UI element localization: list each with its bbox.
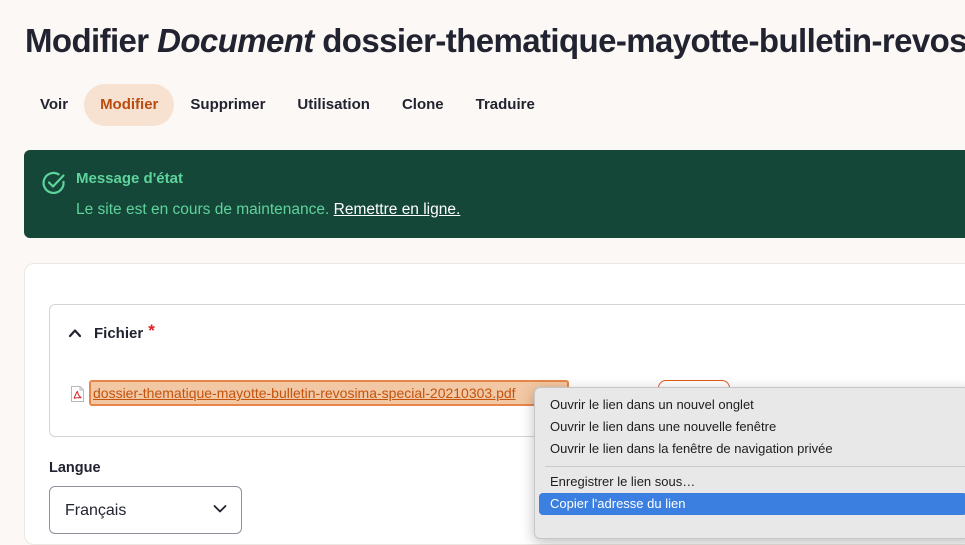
maintenance-text: Le site est en cours de maintenance. bbox=[76, 201, 334, 218]
pdf-file-icon bbox=[71, 386, 84, 402]
check-circle-icon bbox=[42, 171, 65, 194]
file-field-label: Fichier bbox=[94, 324, 144, 342]
menu-item-open-private-window[interactable]: Ouvrir le lien dans la fenêtre de naviga… bbox=[539, 438, 965, 460]
chevron-up-icon bbox=[68, 329, 82, 338]
required-marker: * bbox=[148, 321, 155, 340]
file-link[interactable]: dossier-thematique-mayotte-bulletin-revo… bbox=[89, 380, 569, 406]
title-node-name: dossier-thematique-mayotte-bulletin-revo… bbox=[313, 22, 965, 59]
chevron-down-icon bbox=[213, 505, 227, 513]
file-fieldset-toggle[interactable]: Fichier * bbox=[68, 321, 155, 343]
language-select[interactable]: Français bbox=[49, 486, 242, 534]
tab-voir[interactable]: Voir bbox=[24, 84, 84, 126]
language-label: Langue bbox=[49, 460, 101, 476]
menu-item-open-new-window[interactable]: Ouvrir le lien dans une nouvelle fenêtre bbox=[539, 416, 965, 438]
tab-supprimer[interactable]: Supprimer bbox=[174, 84, 281, 126]
context-menu: Ouvrir le lien dans un nouvel onglet Ouv… bbox=[534, 387, 965, 539]
menu-separator bbox=[545, 466, 965, 467]
tab-traduire[interactable]: Traduire bbox=[460, 84, 551, 126]
status-heading: Message d'état bbox=[76, 170, 183, 187]
status-message: Message d'état Le site est en cours de m… bbox=[24, 150, 965, 238]
page-title: Modifier Document dossier-thematique-may… bbox=[25, 22, 965, 60]
title-prefix: Modifier bbox=[25, 22, 158, 59]
tab-modifier[interactable]: Modifier bbox=[84, 84, 175, 126]
menu-item-open-new-tab[interactable]: Ouvrir le lien dans un nouvel onglet bbox=[539, 394, 965, 416]
bring-online-link[interactable]: Remettre en ligne. bbox=[334, 201, 461, 218]
tab-clone[interactable]: Clone bbox=[386, 84, 460, 126]
menu-item-save-link-as[interactable]: Enregistrer le lien sous… bbox=[539, 471, 965, 493]
tab-utilisation[interactable]: Utilisation bbox=[281, 84, 386, 126]
local-tabs: Voir Modifier Supprimer Utilisation Clon… bbox=[24, 84, 551, 126]
language-value: Français bbox=[65, 502, 127, 519]
title-content-type: Document bbox=[157, 22, 314, 59]
status-text: Le site est en cours de maintenance. Rem… bbox=[76, 201, 460, 219]
menu-item-copy-link-address[interactable]: Copier l'adresse du lien bbox=[539, 493, 965, 515]
